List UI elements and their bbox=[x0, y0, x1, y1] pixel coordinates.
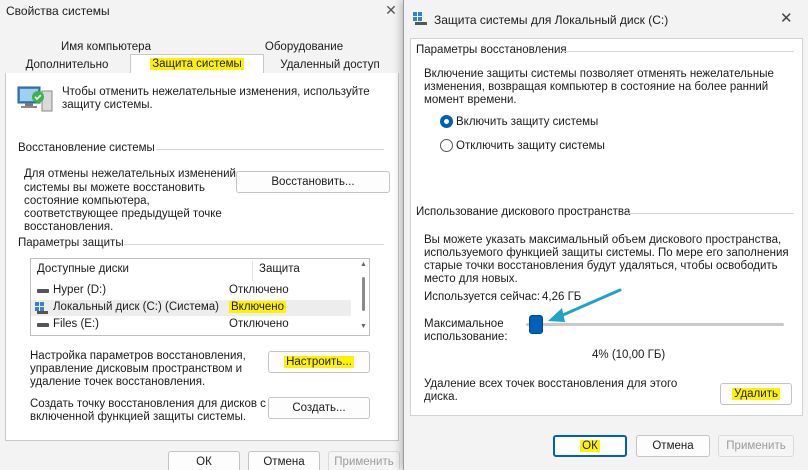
restore-button[interactable]: Восстановить... bbox=[236, 171, 390, 193]
configure-desc-1: Настройка параметров восстановления, bbox=[30, 350, 246, 362]
dialog-icon bbox=[413, 12, 427, 25]
annotation-arrow-icon bbox=[548, 288, 622, 322]
configure-button-label: Настроить... bbox=[284, 356, 354, 368]
drive-name: Files (E:) bbox=[53, 318, 99, 330]
list-scrollbar[interactable]: ▲ ▼ bbox=[357, 259, 370, 335]
scroll-up-icon[interactable]: ▲ bbox=[360, 261, 367, 268]
restore-desc-3: состояние компьютера, bbox=[24, 195, 150, 207]
disable-protection-radio[interactable] bbox=[440, 139, 453, 152]
restore-desc-1: Для отмены нежелательных изменений bbox=[24, 168, 236, 180]
restore-settings-desc-1: Включение защиты системы позволяет отмен… bbox=[424, 68, 774, 80]
disk-usage-desc-2: используемого функцией защиты системы. П… bbox=[424, 247, 789, 259]
disable-protection-label[interactable]: Отключить защиту системы bbox=[456, 140, 605, 154]
disk-usage-desc-4: место для новых. bbox=[424, 273, 518, 285]
drive-icon bbox=[37, 289, 49, 293]
close-button[interactable]: ✕ bbox=[382, 1, 400, 19]
current-usage-label: Используется сейчас: bbox=[424, 291, 541, 303]
drive-status: Включено bbox=[229, 301, 287, 313]
restore-settings-desc-2: изменения, возвращая компьютер в состоян… bbox=[424, 81, 769, 93]
max-usage-value: 4% (10,00 ГБ) bbox=[592, 349, 666, 361]
group-divider bbox=[626, 213, 794, 214]
disk-usage-desc-1: Вы можете указать максимальный объем дис… bbox=[424, 234, 782, 246]
cancel-button[interactable]: Отмена bbox=[248, 451, 320, 470]
enable-protection-radio[interactable] bbox=[440, 115, 453, 128]
max-usage-label-1: Максимальное bbox=[424, 318, 504, 330]
close-icon[interactable]: ✕ bbox=[780, 9, 793, 27]
drive-status: Отключено bbox=[229, 284, 289, 296]
delete-desc-1: Удаление всех точек восстановления для э… bbox=[424, 378, 678, 390]
list-item[interactable]: Локальный диск (C:) (Система) Включено bbox=[31, 300, 351, 316]
delete-button[interactable]: Удалить bbox=[720, 383, 792, 405]
tab-remote[interactable]: Удаленный доступ bbox=[266, 56, 394, 74]
restore-desc-5: восстановления. bbox=[24, 221, 114, 233]
restore-settings-group-label: Параметры восстановления bbox=[416, 44, 567, 56]
apply-button[interactable]: Применить bbox=[328, 451, 400, 470]
protection-group-label: Параметры защиты bbox=[18, 237, 124, 249]
ok-button[interactable]: ОК bbox=[168, 451, 240, 470]
drive-icon bbox=[37, 323, 49, 327]
restore-desc-2: системы вы можете восстановить bbox=[24, 182, 205, 194]
disk-usage-group-label: Использование дискового пространства bbox=[416, 206, 631, 218]
tab-advanced[interactable]: Дополнительно bbox=[6, 56, 128, 74]
dialog-ok-label: ОК bbox=[580, 440, 600, 452]
drive-name: Локальный диск (C:) (Система) bbox=[53, 301, 219, 313]
intro-text-line-1: Чтобы отменить нежелательные изменения, … bbox=[62, 86, 370, 98]
dialog-apply-button[interactable]: Применить bbox=[718, 435, 794, 457]
disk-usage-desc-3: старые точки восстановления будут удалят… bbox=[424, 260, 778, 272]
max-usage-label-2: использование: bbox=[424, 331, 508, 343]
configure-desc-3: удаление точек восстановления. bbox=[30, 376, 206, 388]
system-drive-icon bbox=[35, 302, 48, 314]
column-header-protection[interactable]: Защита bbox=[259, 263, 300, 275]
create-button[interactable]: Создать... bbox=[268, 397, 370, 419]
drive-status-highlight: Включено bbox=[229, 301, 287, 313]
dialog-ok-button[interactable]: ОК bbox=[553, 435, 627, 457]
column-divider bbox=[252, 261, 253, 281]
tab-system-protection[interactable]: Защита системы bbox=[130, 54, 264, 74]
restore-settings-desc-3: момент времени. bbox=[424, 94, 517, 106]
list-item[interactable]: Hyper (D:) Отключено bbox=[31, 283, 351, 299]
create-desc-1: Создать точку восстановления для дисков … bbox=[30, 398, 266, 410]
group-divider bbox=[156, 149, 384, 150]
window-title: Свойства системы bbox=[6, 4, 110, 18]
drive-name: Hyper (D:) bbox=[53, 284, 107, 296]
dialog-cancel-button[interactable]: Отмена bbox=[636, 435, 710, 457]
scroll-down-icon[interactable]: ▼ bbox=[360, 323, 367, 330]
configure-desc-2: управление дисковым пространством и bbox=[30, 363, 243, 375]
scroll-thumb[interactable] bbox=[362, 277, 365, 311]
column-header-drives[interactable]: Доступные диски bbox=[37, 263, 129, 275]
drive-status: Отключено bbox=[229, 318, 289, 330]
system-protection-icon bbox=[17, 86, 53, 112]
enable-protection-label[interactable]: Включить защиту системы bbox=[456, 116, 598, 130]
intro-text-line-2: защиту системы. bbox=[62, 99, 153, 111]
delete-desc-2: диска. bbox=[424, 391, 458, 403]
tab-system-protection-label: Защита системы bbox=[150, 58, 244, 70]
configure-button[interactable]: Настроить... bbox=[268, 351, 370, 373]
create-desc-2: включенной функцией защиты системы. bbox=[30, 411, 247, 423]
delete-button-label: Удалить bbox=[732, 388, 780, 400]
list-item[interactable]: Files (E:) Отключено bbox=[31, 317, 351, 333]
drives-list[interactable]: Доступные диски Защита Hyper (D:) Отключ… bbox=[30, 258, 370, 336]
dialog-title: Защита системы для Локальный диск (C:) bbox=[434, 13, 669, 27]
system-properties-window: Свойства системы ✕ Имя компьютера Оборуд… bbox=[0, 0, 404, 470]
restore-desc-4: соответствующее предыдущей точке bbox=[24, 208, 222, 220]
group-divider bbox=[124, 244, 384, 245]
group-divider bbox=[562, 51, 794, 52]
restore-group-label: Восстановление системы bbox=[18, 142, 155, 154]
